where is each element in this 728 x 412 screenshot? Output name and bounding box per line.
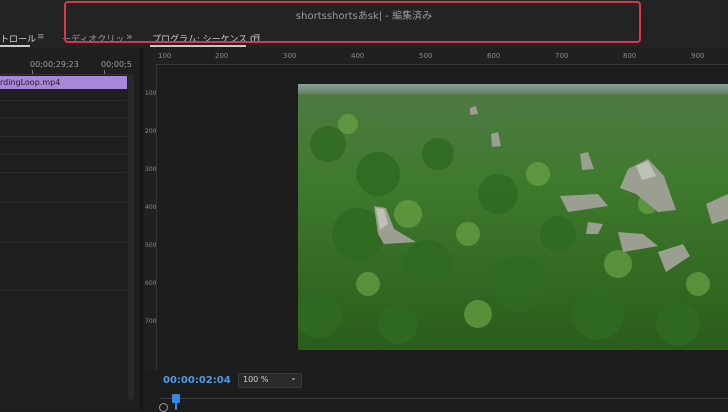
track-divider	[0, 202, 126, 203]
program-tab-indicator	[150, 45, 246, 47]
ruler-time-label: 00;00;29;23	[30, 60, 79, 69]
panel-divider[interactable]	[140, 48, 143, 410]
marker-icon[interactable]	[159, 403, 168, 412]
track-divider	[0, 117, 126, 118]
vertical-scrollbar[interactable]	[128, 74, 134, 400]
ruler-time-label: 00;00;5	[101, 60, 132, 69]
playhead-timecode[interactable]: 00:00:02:04	[163, 375, 231, 386]
track-divider	[0, 136, 126, 137]
track-divider	[0, 154, 126, 155]
track-divider	[0, 242, 126, 243]
ruler-number: 400	[145, 204, 157, 211]
active-tab-indicator	[0, 45, 30, 47]
panel-menu-icon[interactable]: ≡	[37, 32, 45, 42]
ruler-number: 200	[215, 52, 229, 60]
jungle-ruins-image	[298, 84, 728, 350]
ruler-number: 300	[145, 166, 157, 173]
ruler-number: 600	[145, 280, 157, 287]
ruler-number: 300	[283, 52, 297, 60]
ruler-number: 500	[145, 242, 157, 249]
ruler-number: 600	[487, 52, 501, 60]
ruler-number: 400	[351, 52, 365, 60]
ruler-number: 900	[691, 52, 705, 60]
ruler-number: 100	[145, 90, 157, 97]
horizontal-ruler	[144, 48, 728, 65]
ruler-number: 500	[419, 52, 433, 60]
clip-name: rdingLoop.mp4	[0, 78, 61, 87]
ruler-tick	[32, 70, 33, 74]
tab-effect-controls[interactable]: トロール	[0, 32, 36, 45]
track-divider	[0, 172, 126, 173]
track-divider	[0, 100, 126, 101]
ruler-number: 700	[555, 52, 569, 60]
program-video-frame[interactable]	[298, 84, 728, 350]
ruler-number: 200	[145, 128, 157, 135]
ruler-number: 100	[158, 52, 172, 60]
timeline-scrub-bar[interactable]	[160, 398, 728, 411]
effect-controls-panel	[0, 48, 138, 410]
ruler-number: 800	[623, 52, 637, 60]
annotation-highlight-box	[64, 1, 641, 43]
ruler-number: 700	[145, 318, 157, 325]
track-divider	[0, 290, 126, 291]
ruler-tick	[104, 70, 105, 74]
playhead-handle[interactable]	[172, 394, 180, 403]
chevron-down-icon: ⌄	[290, 373, 297, 382]
zoom-level-value: 100 %	[243, 375, 269, 384]
